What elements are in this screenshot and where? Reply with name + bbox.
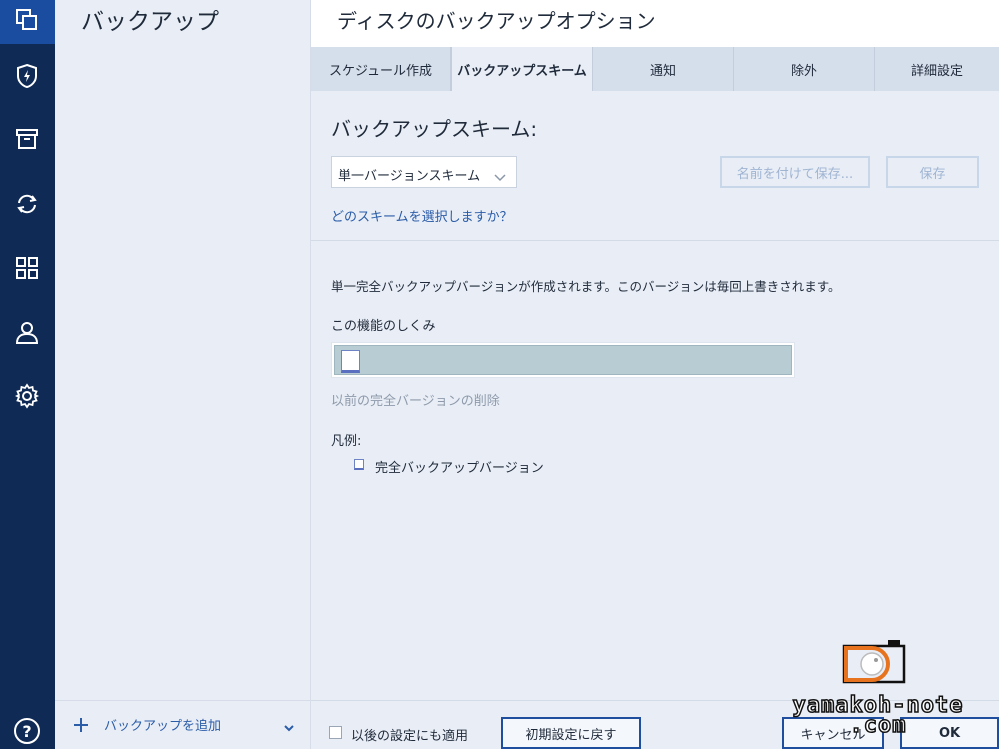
tab-backup-scheme[interactable]: バックアップスキーム [451,47,593,91]
save-button[interactable]: 保存 [886,156,979,188]
camera-logo-icon [842,638,908,686]
sidebar-title: バックアップ [81,9,219,35]
sync-icon [14,191,40,221]
help-icon: ? [14,718,40,744]
deletion-label: 以前の完全バージョンの削除 [331,394,500,409]
tab-exclusions[interactable]: 除外 [734,47,875,91]
nav-rail: ? [0,0,55,749]
tab-schedule[interactable]: スケジュール作成 [311,47,451,91]
grid-icon [14,255,40,285]
add-backup-button[interactable]: バックアップを追加 [55,700,311,749]
scheme-diagram [331,342,795,378]
plus-icon [71,715,91,735]
how-it-works-label: この機能のしくみ [331,319,436,334]
legend-item-full-version: 完全バックアップバージョン [375,461,544,476]
backup-options-dialog: ディスクのバックアップオプション スケジュール作成 バックアップスキーム 通知 … [311,0,999,749]
scheme-select-value: 単一バージョンスキーム [338,169,481,184]
nav-archive[interactable] [8,122,46,160]
user-icon [14,319,40,349]
nav-tools[interactable] [8,251,46,289]
timeline-bar [334,345,792,375]
nav-account[interactable] [8,315,46,353]
scheme-select[interactable]: 単一バージョンスキーム [331,156,517,188]
nav-backup[interactable] [8,3,46,41]
tab-advanced[interactable]: 詳細設定 [875,47,999,91]
tab-bar: スケジュール作成 バックアップスキーム 通知 除外 詳細設定 [311,47,999,91]
shield-bolt-icon [14,63,40,93]
full-version-marker [341,350,360,373]
copy-icon [14,7,40,37]
chevron-down-icon[interactable] [283,719,295,732]
legend-label: 凡例: [331,434,362,449]
sidebar: バックアップ バックアップを追加 [55,0,311,749]
which-scheme-link[interactable]: どのスキームを選択しますか？ [331,206,513,225]
divider [311,240,999,241]
full-version-icon [354,459,364,470]
tab-notifications[interactable]: 通知 [593,47,734,91]
apply-future-label[interactable]: 以後の設定にも適用 [351,725,468,744]
watermark-line2: .com [849,713,907,738]
nav-help[interactable]: ? [8,712,46,749]
apply-future-checkbox[interactable] [329,726,342,739]
nav-settings[interactable] [8,379,46,417]
dialog-title: ディスクのバックアップオプション [337,9,656,33]
chevron-down-icon [494,168,506,182]
scheme-description: 単一完全バックアップバージョンが作成されます。このバージョンは毎回上書きされます… [331,279,841,294]
dialog-header: ディスクのバックアップオプション [311,0,999,47]
reset-defaults-button[interactable]: 初期設定に戻す [501,717,641,749]
save-as-button[interactable]: 名前を付けて保存... [720,156,870,188]
nav-protection[interactable] [8,59,46,97]
gear-icon [14,383,40,413]
nav-sync[interactable] [8,187,46,225]
add-backup-label: バックアップを追加 [104,719,222,734]
archive-icon [14,126,40,156]
watermark-text: yamakoh-note .com [778,694,978,738]
section-title: バックアップスキーム: [331,117,538,141]
